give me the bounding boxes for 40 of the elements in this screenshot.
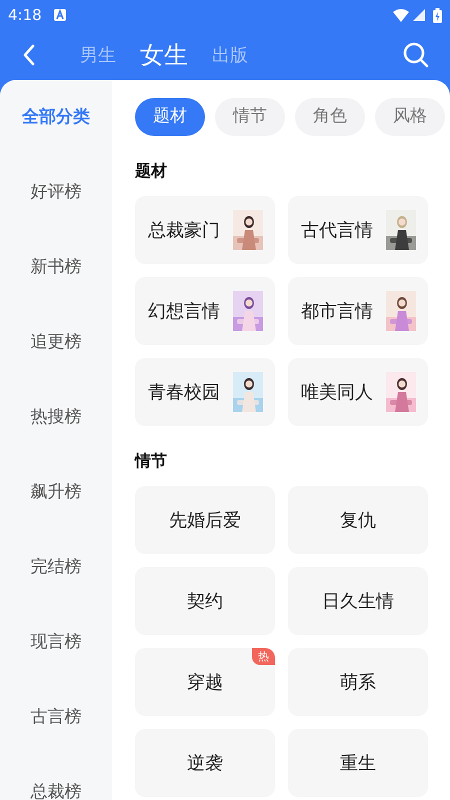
sidebar-item[interactable]: 好评榜 [0, 155, 112, 230]
category-card[interactable]: 青春校园 [135, 358, 275, 426]
filter-chip[interactable]: 情节 [215, 98, 285, 136]
status-time: 4:18 [8, 4, 42, 26]
category-card[interactable]: 萌系 [288, 648, 428, 716]
sidebar-item[interactable]: 新书榜 [0, 230, 112, 305]
category-card[interactable]: 都市言情 [288, 277, 428, 345]
category-card[interactable]: 日久生情 [288, 567, 428, 635]
category-card[interactable]: 逆袭 [135, 729, 275, 797]
category-card[interactable]: 穿越 热 [135, 648, 275, 716]
category-card[interactable]: 幻想言情 [135, 277, 275, 345]
filter-chip[interactable]: 风格 [375, 98, 445, 136]
category-card[interactable]: 古代言情 [288, 196, 428, 264]
sidebar-item[interactable]: 完结榜 [0, 530, 112, 605]
sidebar-item[interactable]: 全部分类 [0, 80, 112, 155]
sidebar-item[interactable]: 现言榜 [0, 605, 112, 680]
sidebar-item[interactable]: 追更榜 [0, 305, 112, 380]
category-card[interactable]: 先婚后爱 [135, 486, 275, 554]
category-card[interactable]: 复仇 [288, 486, 428, 554]
sidebar-item[interactable]: 古言榜 [0, 680, 112, 755]
section-title: 题材 [135, 160, 168, 182]
gender-tab[interactable]: 女生 [140, 37, 188, 73]
category-card[interactable]: 唯美同人 [288, 358, 428, 426]
filter-chip[interactable]: 题材 [135, 98, 205, 136]
search-icon [403, 42, 429, 68]
sidebar-item[interactable]: 热搜榜 [0, 380, 112, 455]
back-icon [22, 44, 36, 66]
section-title: 情节 [135, 450, 168, 472]
filter-chip[interactable]: 角色 [295, 98, 365, 136]
category-card[interactable]: 契约 [135, 567, 275, 635]
search-button[interactable] [402, 41, 430, 69]
wifi-icon [393, 8, 409, 22]
sidebar-item[interactable]: 总裁榜 [0, 755, 112, 800]
hot-badge: 热 [252, 648, 275, 665]
signal-icon [413, 9, 425, 21]
battery-icon [433, 8, 442, 22]
category-card[interactable]: 重生 [288, 729, 428, 797]
notification-icon [54, 9, 66, 21]
category-card[interactable]: 总裁豪门 [135, 196, 275, 264]
sidebar-item[interactable]: 飙升榜 [0, 455, 112, 530]
